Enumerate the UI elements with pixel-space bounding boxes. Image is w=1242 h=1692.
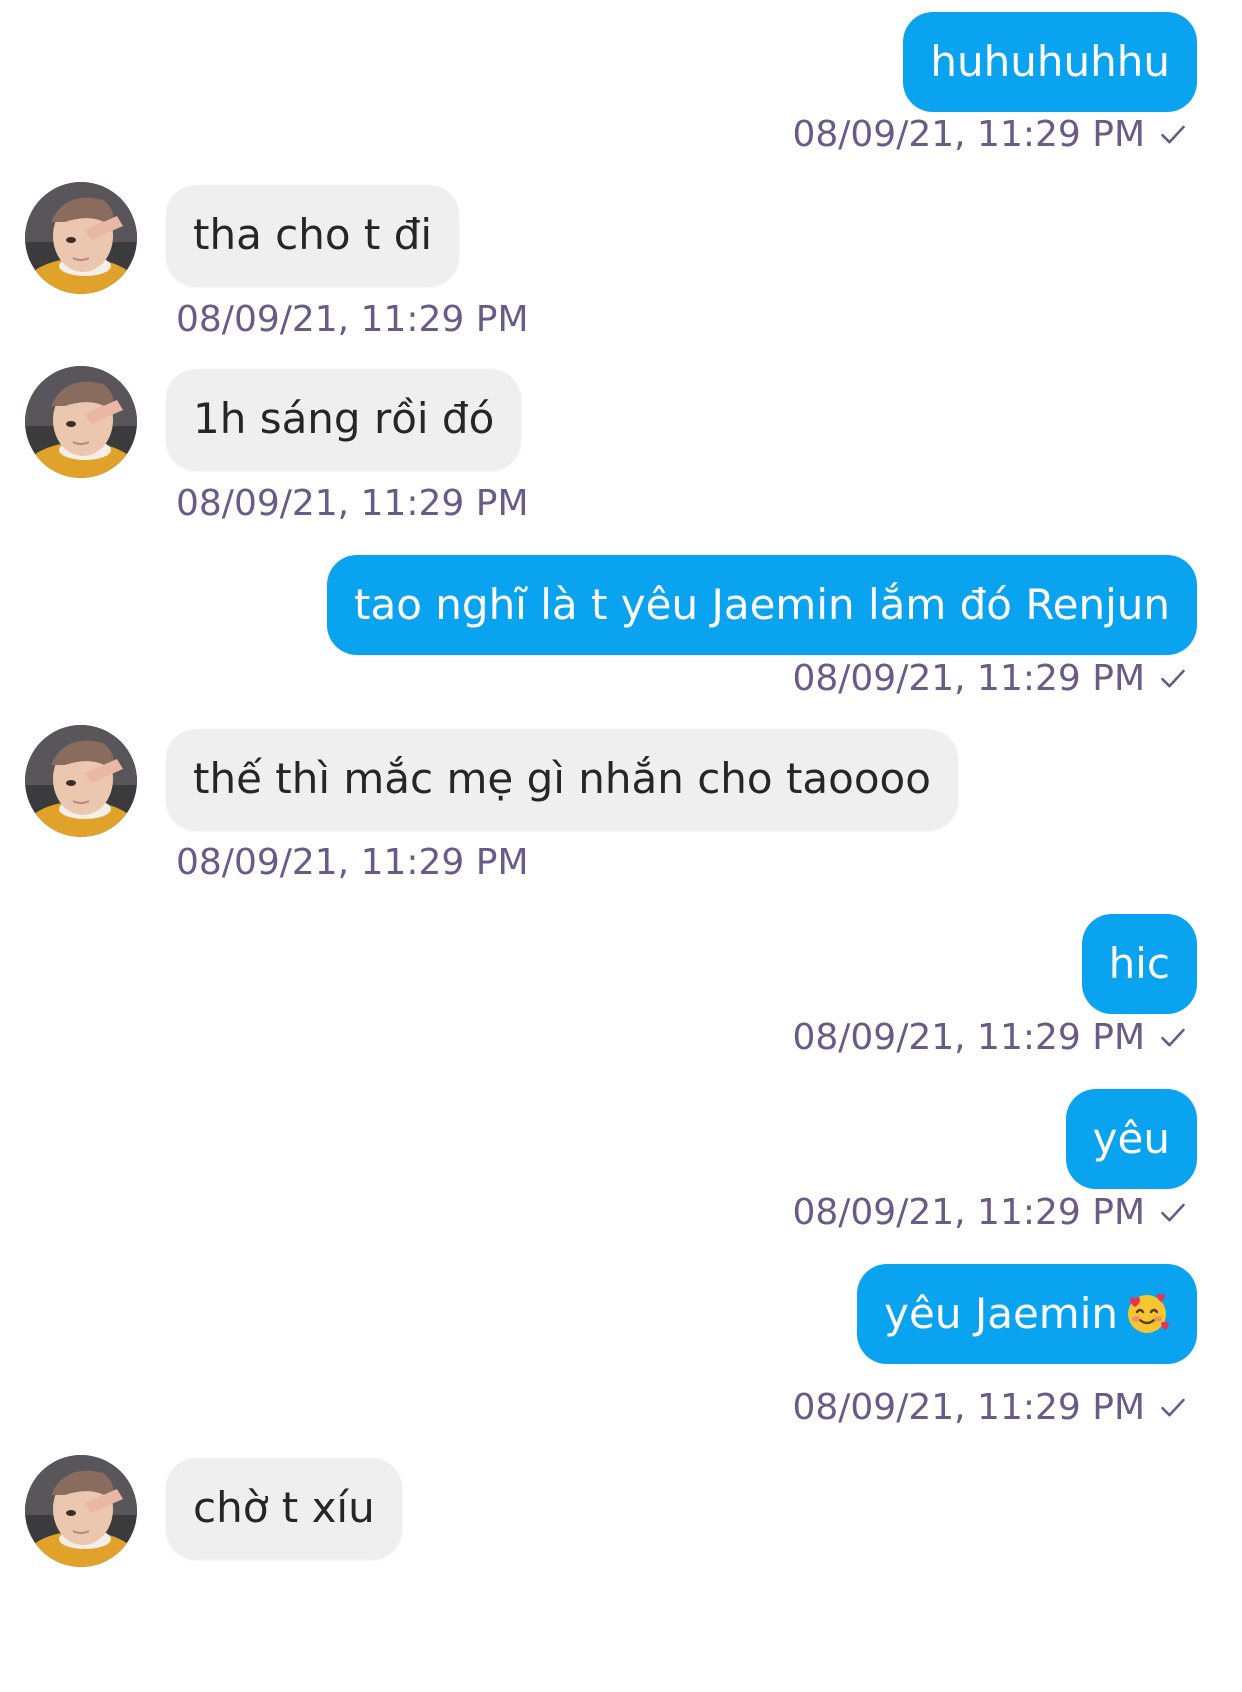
message-text: tao nghĩ là t yêu Jaemin lắm đó Renjun	[354, 580, 1170, 629]
message-text: yêu Jaemin	[884, 1289, 1118, 1338]
message-timestamp: 08/09/21, 11:29 PM	[176, 483, 529, 524]
message-text: tha cho t đi	[193, 210, 433, 259]
avatar[interactable]	[25, 366, 137, 478]
check-icon	[1161, 1398, 1185, 1417]
message-text: thế thì mắc mẹ gì nhắn cho taoooo	[193, 754, 931, 803]
message-timestamp: 08/09/21, 11:29 PM	[792, 1191, 1187, 1235]
message-timestamp: 08/09/21, 11:29 PM	[176, 842, 529, 883]
incoming-message-bubble[interactable]: thế thì mắc mẹ gì nhắn cho taoooo	[166, 729, 958, 829]
check-icon	[1161, 1028, 1185, 1047]
avatar-photo-icon	[25, 182, 137, 294]
check-icon	[1161, 669, 1185, 688]
check-icon	[1161, 1203, 1185, 1222]
outgoing-message-bubble[interactable]: yêu Jaemin	[857, 1264, 1197, 1364]
outgoing-message-bubble[interactable]: huhuhuhhu	[903, 12, 1197, 112]
avatar[interactable]	[25, 725, 137, 837]
outgoing-message-bubble[interactable]: hic	[1081, 914, 1197, 1014]
incoming-message-bubble[interactable]: 1h sáng rồi đó	[166, 369, 522, 469]
message-timestamp: 08/09/21, 11:29 PM	[792, 657, 1187, 701]
avatar[interactable]	[25, 182, 137, 294]
message-timestamp: 08/09/21, 11:29 PM	[792, 1016, 1187, 1060]
avatar-photo-icon	[25, 1455, 137, 1567]
message-text: yêu	[1092, 1114, 1170, 1163]
avatar-photo-icon	[25, 366, 137, 478]
message-text: chờ t xíu	[193, 1483, 375, 1532]
chat-thread: huhuhuhhu 08/09/21, 11:29 PM tha cho t đ…	[0, 0, 1242, 1692]
outgoing-message-bubble[interactable]: yêu	[1065, 1089, 1197, 1189]
avatar-photo-icon	[25, 725, 137, 837]
message-timestamp: 08/09/21, 11:29 PM	[792, 113, 1187, 157]
message-text: huhuhuhhu	[930, 37, 1170, 86]
message-timestamp: 08/09/21, 11:29 PM	[176, 299, 529, 340]
message-timestamp: 08/09/21, 11:29 PM	[792, 1386, 1187, 1430]
avatar[interactable]	[25, 1455, 137, 1567]
incoming-message-bubble[interactable]: chờ t xíu	[166, 1458, 402, 1558]
check-icon	[1161, 125, 1185, 144]
message-text: hic	[1108, 939, 1170, 988]
message-text: 1h sáng rồi đó	[193, 394, 495, 443]
outgoing-message-bubble[interactable]: tao nghĩ là t yêu Jaemin lắm đó Renjun	[327, 555, 1197, 655]
smiling-face-with-hearts-icon	[1128, 1293, 1169, 1333]
incoming-message-bubble[interactable]: tha cho t đi	[166, 185, 460, 285]
